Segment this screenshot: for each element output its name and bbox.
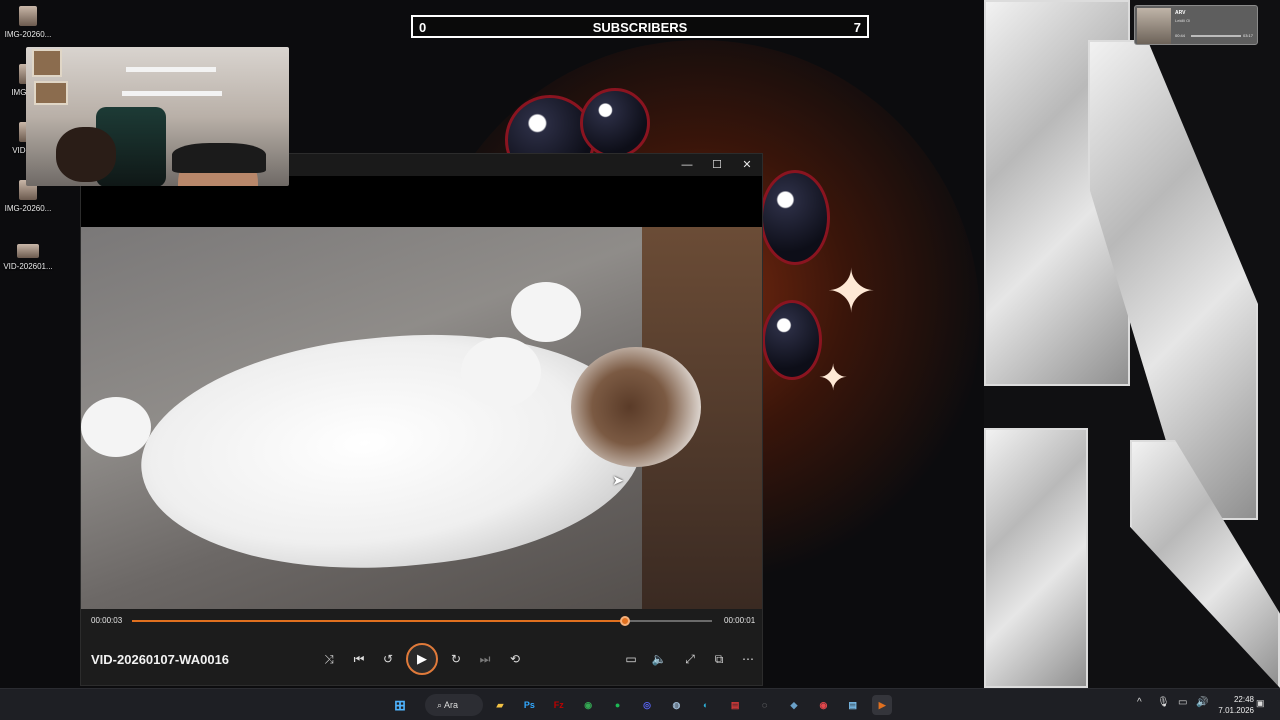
search-icon: ⌕ bbox=[437, 700, 445, 710]
clock-time: 22:48 bbox=[1233, 695, 1254, 704]
current-time: 00:00:03 bbox=[91, 616, 123, 625]
cat-paw bbox=[81, 397, 151, 457]
media-player-icon[interactable]: ▶ bbox=[872, 695, 893, 715]
clock-date: 7.01.2026 bbox=[1218, 706, 1254, 715]
image-file-icon bbox=[19, 6, 37, 26]
vpn-icon[interactable]: ◆ bbox=[784, 695, 804, 715]
next-icon[interactable]: ⏭ bbox=[473, 647, 497, 671]
notification-icon[interactable]: ▣ bbox=[1256, 698, 1268, 710]
photo-frame bbox=[34, 81, 68, 105]
spotify-icon[interactable]: ● bbox=[608, 695, 628, 715]
remaining-time: 00:00:01 bbox=[724, 616, 756, 625]
subscriber-goal-count: 7 bbox=[853, 20, 861, 35]
clock[interactable]: 22:48 7.01.2026 bbox=[1200, 694, 1254, 716]
sparkle-icon: ✦ bbox=[826, 258, 877, 325]
desktop-file-icon[interactable]: VID-202601... bbox=[0, 244, 56, 271]
desktop-file-label: IMG-20260... bbox=[4, 30, 52, 39]
wallpaper-ball bbox=[762, 300, 822, 380]
notepad-icon[interactable]: ▤ bbox=[843, 695, 863, 715]
discord-icon[interactable]: ◎ bbox=[637, 695, 657, 715]
file-explorer-icon[interactable]: ▰ bbox=[490, 695, 510, 715]
photo-frame bbox=[32, 49, 62, 77]
start-button[interactable]: ⊞ bbox=[390, 695, 410, 715]
desktop-file-label: IMG-20260... bbox=[4, 204, 52, 213]
voice-app-icon[interactable]: ▤ bbox=[725, 695, 745, 715]
play-button[interactable]: ▶ bbox=[406, 643, 438, 675]
seek-handle[interactable] bbox=[620, 616, 630, 626]
cat-paw bbox=[461, 337, 541, 407]
rewind-icon[interactable]: ↺ bbox=[376, 647, 400, 671]
plush-toy bbox=[56, 127, 116, 182]
tray-overflow-icon[interactable]: ^ bbox=[1137, 697, 1142, 708]
cat-paw bbox=[511, 282, 581, 342]
video-viewport[interactable]: ➤ bbox=[81, 176, 762, 609]
wallpaper-ball bbox=[760, 170, 830, 265]
track-waveform bbox=[1191, 35, 1241, 37]
previous-icon[interactable]: ⏮ bbox=[347, 647, 371, 671]
music-widget[interactable]: ARV Lekilli Ol 00:44 03:17 bbox=[1134, 5, 1258, 45]
seek-bar[interactable] bbox=[132, 616, 712, 626]
chrome-2-icon[interactable]: ◉ bbox=[813, 695, 833, 715]
wallpaper-ball bbox=[580, 88, 650, 158]
media-title: VID-20260107-WA0016 bbox=[91, 652, 230, 667]
desktop-file-label: VID-202601... bbox=[3, 262, 53, 271]
subscriber-title: SUBSCRIBERS bbox=[592, 20, 688, 35]
wallpaper-logo bbox=[984, 0, 1280, 688]
filezilla-icon[interactable]: Fz bbox=[549, 695, 569, 715]
mouse-cursor-icon: ➤ bbox=[612, 472, 624, 488]
track-elapsed: 00:44 bbox=[1175, 33, 1186, 38]
maximize-button[interactable]: ☐ bbox=[707, 157, 727, 173]
caption-icon[interactable]: ▭ bbox=[619, 647, 643, 671]
chrome-icon[interactable]: ◉ bbox=[578, 695, 598, 715]
subscriber-goal-bar: 0 SUBSCRIBERS 7 bbox=[411, 15, 869, 38]
more-options-icon[interactable]: ⋯ bbox=[736, 647, 760, 671]
track-duration: 03:17 bbox=[1242, 33, 1253, 38]
edge-icon[interactable]: ◐ bbox=[696, 695, 716, 715]
logo-shape bbox=[984, 428, 1088, 688]
fullscreen-icon[interactable]: ⤢ bbox=[678, 647, 702, 671]
forward-icon[interactable]: ↻ bbox=[444, 647, 468, 671]
media-player-window: — ☐ ✕ ➤ 00:00:03 00:00:01 VID-20260107-W… bbox=[80, 153, 763, 686]
album-art bbox=[1137, 8, 1171, 44]
shuffle-icon[interactable]: ⤨ bbox=[317, 647, 341, 671]
video-file-icon bbox=[17, 244, 39, 258]
sparkle-icon: ✦ bbox=[818, 357, 849, 398]
repeat-icon[interactable]: ⟲ bbox=[503, 647, 527, 671]
track-artist: Lekilli Ol bbox=[1175, 18, 1191, 23]
search-label: Ara bbox=[444, 700, 459, 710]
desktop-file-icon[interactable]: IMG-20260... bbox=[0, 6, 56, 39]
shelf bbox=[122, 91, 222, 96]
shelf bbox=[126, 67, 216, 72]
obs-icon[interactable]: ◌ bbox=[755, 695, 775, 715]
cat-body bbox=[130, 311, 652, 593]
display-icon[interactable]: ▭ bbox=[1178, 697, 1187, 708]
minimize-button[interactable]: — bbox=[677, 157, 697, 173]
microphone-icon[interactable]: 🎙 bbox=[1157, 697, 1170, 708]
cat-head bbox=[571, 347, 701, 467]
photoshop-icon[interactable]: Ps bbox=[519, 695, 539, 715]
close-button[interactable]: ✕ bbox=[737, 157, 757, 173]
taskbar: ⊞ ⌕ Ara ▰ Ps Fz ◉ ● ◎ ◍ ◐ ▤ ◌ ◆ ◉ ▤ ▶ ^ 🎙 ▭ 🔊 22:48 7… bbox=[0, 688, 1280, 720]
seek-progress bbox=[132, 620, 625, 622]
search-button[interactable]: ⌕ Ara bbox=[425, 694, 483, 716]
streamer-cap bbox=[172, 143, 266, 173]
steam-icon[interactable]: ◍ bbox=[666, 695, 686, 715]
miniplayer-icon[interactable]: ⧉ bbox=[707, 647, 731, 671]
webcam-overlay bbox=[26, 47, 289, 186]
seek-row: 00:00:03 00:00:01 bbox=[81, 612, 762, 630]
volume-icon[interactable]: 🔈 bbox=[647, 647, 671, 671]
video-frame: ➤ bbox=[81, 227, 762, 609]
track-title: ARV bbox=[1175, 10, 1186, 16]
